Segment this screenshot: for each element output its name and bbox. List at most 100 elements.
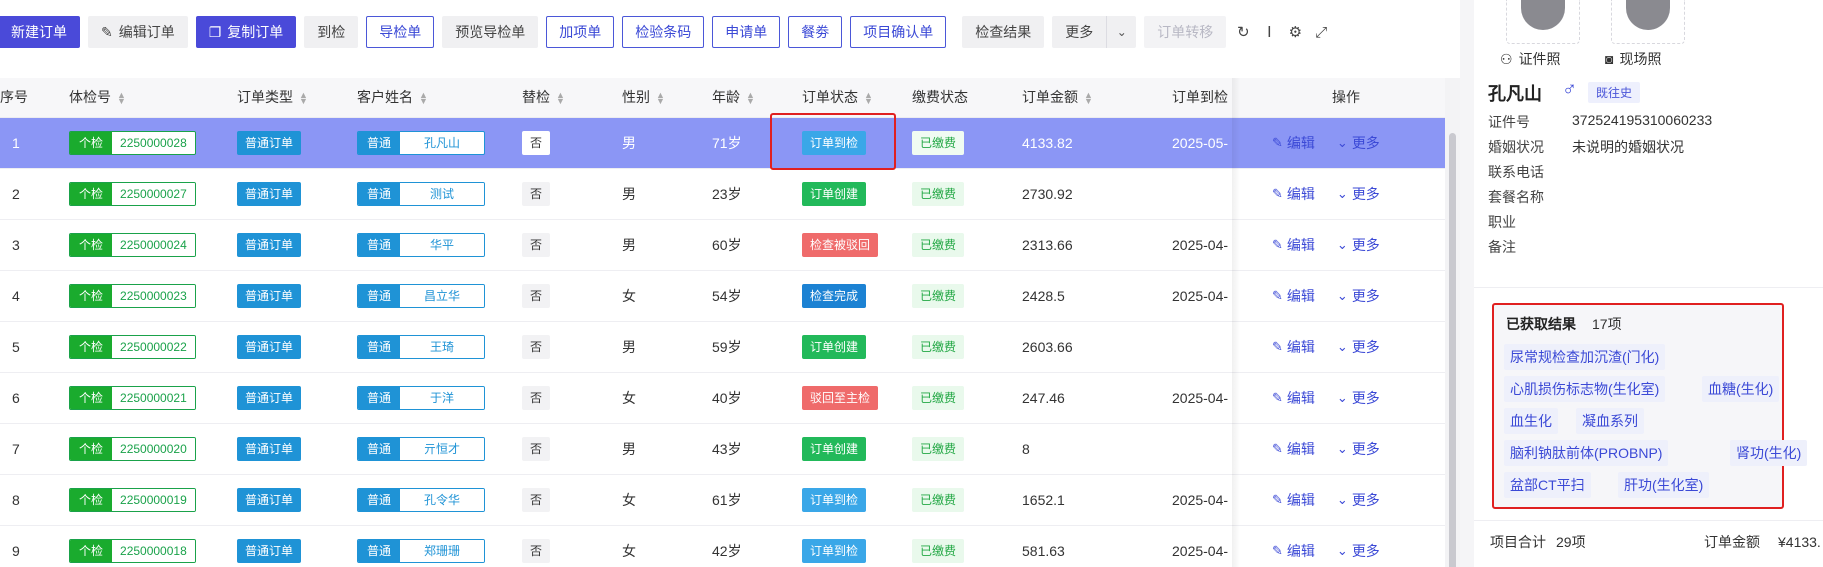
customer-tag[interactable]: 普通 王琦 <box>357 335 485 359</box>
edit-link[interactable]: ✎ 编辑 <box>1272 388 1315 408</box>
edit-link-label: 编辑 <box>1286 237 1315 253</box>
col-age[interactable]: 年龄 ▲ ▼ <box>712 78 755 116</box>
barcode-button[interactable]: 检验条码 <box>622 16 705 48</box>
edit-link[interactable]: ✎ 编辑 <box>1272 235 1315 255</box>
arrive-button[interactable]: 到检 <box>304 16 359 48</box>
settings-icon[interactable]: ⚙ <box>1286 23 1304 41</box>
more-link[interactable]: ⌄ 更多 <box>1337 388 1380 408</box>
customer-tag[interactable]: 普通 于洋 <box>357 386 485 410</box>
more-link[interactable]: ⌄ 更多 <box>1337 490 1380 510</box>
copy-order-button[interactable]: ❐ 复制订单 <box>195 16 297 48</box>
result-item[interactable]: 盆部CT平扫 <box>1504 472 1591 498</box>
customer-tag[interactable]: 普通 测试 <box>357 182 485 206</box>
exam-id-tag[interactable]: 个检 2250000027 <box>69 182 196 206</box>
sort-icon[interactable]: ▲ ▼ <box>746 91 755 106</box>
sort-icon[interactable]: ▲ ▼ <box>299 91 308 106</box>
item-confirm-button[interactable]: 项目确认单 <box>850 16 947 48</box>
col-order-type[interactable]: 订单类型 ▲ ▼ <box>237 78 308 116</box>
vertical-scrollbar[interactable] <box>1445 78 1460 567</box>
sort-icon[interactable]: ▲ ▼ <box>117 91 126 106</box>
customer-tag[interactable]: 普通 孔凡山 <box>357 131 485 155</box>
status-cell: 订单到检 <box>802 526 867 567</box>
scene-photo-label[interactable]: ◙ 现场照 <box>1605 49 1661 69</box>
customer-tag[interactable]: 普通 亓恒才 <box>357 437 485 461</box>
customer-tag[interactable]: 普通 昌立华 <box>357 284 485 308</box>
exam-id-tag[interactable]: 个检 2250000021 <box>69 386 196 410</box>
table-row[interactable]: 1 个检 2250000028 普通订单 普通 孔凡山 否 男 71岁 订单到检 已缴费 4133.8… <box>0 118 1445 169</box>
edit-link[interactable]: ✎ 编辑 <box>1272 439 1315 459</box>
more-link[interactable]: ⌄ 更多 <box>1337 235 1380 255</box>
edit-link[interactable]: ✎ 编辑 <box>1272 490 1315 510</box>
table-row[interactable]: 3 个检 2250000024 普通订单 普通 华平 否 男 60岁 检查被驳回 已缴费 2313.6… <box>0 220 1445 271</box>
edit-link[interactable]: ✎ 编辑 <box>1272 184 1315 204</box>
scene-photo[interactable] <box>1611 0 1685 44</box>
id-photo-label[interactable]: ⚇ 证件照 <box>1500 49 1561 69</box>
exam-id-tag[interactable]: 个检 2250000020 <box>69 437 196 461</box>
preview-guide-button[interactable]: 预览导检单 <box>442 16 539 48</box>
table-row[interactable]: 9 个检 2250000018 普通订单 普通 郑珊珊 否 女 42岁 订单到检 已缴费 581.63… <box>0 526 1445 567</box>
col-customer-name[interactable]: 客户姓名 ▲ ▼ <box>357 78 428 116</box>
add-item-button[interactable]: 加项单 <box>546 16 615 48</box>
customer-tag[interactable]: 普通 华平 <box>357 233 485 257</box>
result-item[interactable]: 肾功(生化) <box>1730 440 1808 466</box>
column-height-icon[interactable]: Ⅰ <box>1260 23 1278 41</box>
exam-id-tag[interactable]: 个检 2250000024 <box>69 233 196 257</box>
new-order-button[interactable]: 新建订单 <box>0 16 80 48</box>
chevron-down-icon[interactable]: ⌄ <box>1106 16 1137 48</box>
result-item[interactable]: 血生化 <box>1504 408 1558 434</box>
sort-icon[interactable]: ▲ ▼ <box>864 91 873 106</box>
table-row[interactable]: 2 个检 2250000027 普通订单 普通 测试 否 男 23岁 订单创建 已缴费 2730.92… <box>0 169 1445 220</box>
result-item[interactable]: 肝功(生化室) <box>1618 472 1710 498</box>
table-row[interactable]: 8 个检 2250000019 普通订单 普通 孔令华 否 女 61岁 订单到检 已缴费 1652.1… <box>0 475 1445 526</box>
more-link[interactable]: ⌄ 更多 <box>1337 439 1380 459</box>
customer-tag[interactable]: 普通 孔令华 <box>357 488 485 512</box>
exam-id-tag[interactable]: 个检 2250000028 <box>69 131 196 155</box>
edit-link[interactable]: ✎ 编辑 <box>1272 337 1315 357</box>
edit-order-button[interactable]: ✎ 编辑订单 <box>88 16 188 48</box>
order-type-badge: 普通订单 <box>237 488 302 512</box>
history-badge[interactable]: 既往史 <box>1588 82 1641 103</box>
more-link[interactable]: ⌄ 更多 <box>1337 286 1380 306</box>
col-substitute[interactable]: 替检 ▲ ▼ <box>522 78 565 116</box>
scrollbar-thumb[interactable] <box>1449 133 1456 567</box>
exam-id-tag[interactable]: 个检 2250000023 <box>69 284 196 308</box>
col-amount[interactable]: 订单金额 ▲ ▼ <box>1022 78 1093 116</box>
exam-id-tag[interactable]: 个检 2250000022 <box>69 335 196 359</box>
sort-icon[interactable]: ▲ ▼ <box>556 91 565 106</box>
sort-icon[interactable]: ▲ ▼ <box>1084 91 1093 106</box>
edit-link[interactable]: ✎ 编辑 <box>1272 286 1315 306</box>
table-row[interactable]: 5 个检 2250000022 普通订单 普通 王琦 否 男 59岁 订单创建 已缴费 2603.66… <box>0 322 1445 373</box>
more-button[interactable]: 更多 <box>1052 16 1107 48</box>
id-photo[interactable] <box>1506 0 1580 44</box>
result-item[interactable]: 凝血系列 <box>1576 408 1644 434</box>
table-row[interactable]: 4 个检 2250000023 普通订单 普通 昌立华 否 女 54岁 检查完成 已缴费 2428.5… <box>0 271 1445 322</box>
exam-id-tag[interactable]: 个检 2250000018 <box>69 539 196 563</box>
sort-icon[interactable]: ▲ ▼ <box>656 91 665 106</box>
more-link[interactable]: ⌄ 更多 <box>1337 133 1380 153</box>
edit-link[interactable]: ✎ 编辑 <box>1272 133 1315 153</box>
more-dropdown[interactable]: 更多 ⌄ <box>1052 16 1137 48</box>
result-item[interactable]: 脑利钠肽前体(PROBNP) <box>1504 440 1669 466</box>
meal-ticket-button[interactable]: 餐劵 <box>788 16 843 48</box>
apply-sheet-button[interactable]: 申请单 <box>712 16 781 48</box>
customer-tag[interactable]: 普通 郑珊珊 <box>357 539 485 563</box>
result-item[interactable]: 尿常规检查加沉渣(门化) <box>1504 344 1666 370</box>
col-order-status[interactable]: 订单状态 ▲ ▼ <box>802 78 873 116</box>
more-link[interactable]: ⌄ 更多 <box>1337 337 1380 357</box>
result-item[interactable]: 心肌损伤标志物(生化室) <box>1504 376 1666 402</box>
sort-icon[interactable]: ▲ ▼ <box>419 91 428 106</box>
more-link[interactable]: ⌄ 更多 <box>1337 541 1380 561</box>
more-link[interactable]: ⌄ 更多 <box>1337 184 1380 204</box>
exam-type-label: 个检 <box>70 387 113 409</box>
col-sex[interactable]: 性别 ▲ ▼ <box>622 78 665 116</box>
edit-link[interactable]: ✎ 编辑 <box>1272 541 1315 561</box>
table-row[interactable]: 7 个检 2250000020 普通订单 普通 亓恒才 否 男 43岁 订单创建 已缴费 8 ✎ 编辑 ⌄ 更… <box>0 424 1445 475</box>
table-row[interactable]: 6 个检 2250000021 普通订单 普通 于洋 否 女 40岁 驳回至主检 已缴费 247.46… <box>0 373 1445 424</box>
fullscreen-icon[interactable]: ⤢ <box>1312 23 1330 41</box>
result-item[interactable]: 血糖(生化) <box>1702 376 1780 402</box>
guide-sheet-button[interactable]: 导检单 <box>366 16 435 48</box>
check-result-button[interactable]: 检查结果 <box>962 16 1045 48</box>
refresh-icon[interactable]: ↻ <box>1234 23 1252 41</box>
col-exam-id[interactable]: 体检号 ▲ ▼ <box>69 78 126 116</box>
exam-id-tag[interactable]: 个检 2250000019 <box>69 488 196 512</box>
